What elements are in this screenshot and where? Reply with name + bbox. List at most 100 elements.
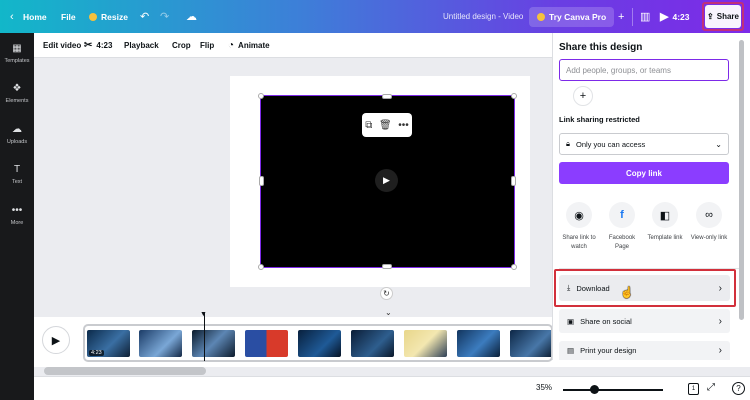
timeline-playhead[interactable] — [204, 313, 205, 361]
resize-handle-bottom[interactable] — [382, 264, 392, 269]
clip-thumbnail[interactable] — [139, 330, 182, 357]
plus-icon: + — [579, 90, 587, 102]
clip-thumbnail[interactable]: 4:23 — [87, 330, 130, 357]
duplicate-icon[interactable]: ⧉ — [365, 120, 372, 131]
redo-button[interactable]: ↷ — [160, 0, 169, 33]
element-floating-toolbar: ⧉ 🗑 ••• — [362, 113, 412, 137]
insights-button[interactable]: ▥ — [640, 0, 650, 33]
eye-icon: ◉ — [566, 202, 592, 228]
topbar-divider — [632, 0, 633, 33]
rail-item-elements[interactable]: ❖ Elements — [0, 83, 34, 104]
back-chevron-icon[interactable]: ‹ — [10, 0, 14, 33]
resize-handle-top-left[interactable] — [258, 93, 264, 99]
clip-thumbnail[interactable] — [510, 330, 551, 357]
clip-duration: 4:23 — [89, 350, 104, 356]
rotate-button[interactable]: ↻ — [380, 287, 393, 300]
resize-handle-left[interactable] — [259, 176, 264, 186]
share-on-social-label: Share on social — [580, 316, 632, 326]
animate-button[interactable]: ◔ Animate — [228, 33, 270, 58]
resize-handle-top[interactable] — [382, 94, 392, 99]
help-icon[interactable]: ? — [732, 382, 745, 395]
crop-button[interactable]: Crop — [172, 33, 191, 58]
clip-thumbnail[interactable] — [404, 330, 447, 357]
flip-button[interactable]: Flip — [200, 33, 214, 58]
more-options-icon[interactable]: ••• — [398, 120, 409, 131]
uploads-icon: ☁ — [12, 124, 22, 135]
video-play-button[interactable]: ▶ — [375, 169, 398, 192]
edit-video-button[interactable]: Edit video — [43, 33, 81, 58]
bottom-bar — [34, 376, 750, 400]
resize-handle-right[interactable] — [511, 176, 516, 186]
rotate-icon: ↻ — [383, 289, 390, 298]
rail-item-more[interactable]: ••• More — [0, 205, 34, 226]
link-icon: ∞ — [696, 202, 722, 228]
print-design-button[interactable]: ▤ Print your design › — [559, 341, 730, 360]
social-icon: ▣ — [567, 316, 575, 326]
timeline-collapse-chevron-icon[interactable]: ⌄ — [385, 308, 392, 317]
redo-icon: ↷ — [160, 11, 170, 23]
share-upload-icon: ⇪ — [707, 12, 714, 21]
link-access-value: Only you can access — [576, 139, 646, 149]
resize-handle-bottom-right[interactable] — [511, 264, 517, 270]
present-button[interactable]: ▶ 4:23 — [660, 0, 689, 33]
resize-handle-top-right[interactable] — [511, 93, 517, 99]
template-link-option[interactable]: ◧ Template link — [643, 202, 687, 243]
document-title[interactable]: Untitled design - Video — [443, 0, 523, 33]
crown-icon — [537, 12, 545, 21]
plus-icon: + — [618, 10, 625, 23]
add-person-button[interactable]: + — [573, 86, 593, 106]
playhead-marker-icon[interactable]: ▼ — [200, 311, 207, 318]
rail-item-uploads[interactable]: ☁ Uploads — [0, 124, 34, 145]
download-highlight-box — [554, 269, 736, 307]
clip-thumbnail[interactable] — [192, 330, 235, 357]
top-bar: ‹ Home File Resize ↶ ↷ ☁ Untitled design… — [0, 0, 750, 33]
zoom-slider-thumb[interactable] — [590, 385, 599, 394]
hand-cursor-icon: ☝ — [620, 287, 634, 299]
link-sharing-label: Link sharing restricted — [559, 115, 640, 124]
link-access-select[interactable]: 🔒︎ Only you can access ⌄ — [559, 133, 729, 155]
chevron-down-icon: ⌄ — [715, 139, 722, 149]
timeline-clips[interactable]: 4:23 — [83, 324, 553, 362]
share-link-to-watch-option[interactable]: ◉ Share link to watch — [557, 202, 601, 252]
elements-icon: ❖ — [12, 83, 22, 94]
clip-thumbnail[interactable] — [245, 330, 288, 357]
timeline-play-button[interactable]: ▶ — [42, 326, 70, 354]
duration-label: 4:23 — [672, 11, 690, 22]
playback-button[interactable]: Playback — [124, 33, 159, 58]
print-label: Print your design — [580, 346, 637, 355]
clip-thumbnail[interactable] — [457, 330, 500, 357]
copy-link-button[interactable]: Copy link — [559, 162, 729, 184]
clip-thumbnail[interactable] — [298, 330, 341, 357]
trash-icon[interactable]: 🗑 — [379, 120, 392, 131]
share-on-social-button[interactable]: ▣ Share on social › — [559, 309, 730, 333]
add-people-input[interactable] — [559, 59, 729, 81]
zoom-slider-track[interactable] — [563, 389, 663, 391]
try-canva-pro-button[interactable]: Try Canva Pro — [529, 0, 615, 33]
animate-icon: ◔ — [228, 40, 235, 51]
horizontal-scrollbar-thumb[interactable] — [44, 367, 206, 375]
facebook-page-option[interactable]: f Facebook Page — [600, 202, 644, 252]
trim-button[interactable]: ✂ 4:23 — [84, 33, 112, 58]
page-count-button[interactable]: 1 — [688, 383, 699, 395]
share-panel-title: Share this design — [559, 42, 643, 53]
share-button[interactable]: ⇪ Share — [705, 5, 741, 28]
home-button[interactable]: Home — [23, 0, 47, 33]
view-only-link-option[interactable]: ∞ View-only link — [687, 202, 731, 243]
lock-icon: 🔒︎ — [566, 139, 570, 148]
add-button[interactable]: + — [618, 0, 624, 33]
rail-item-text[interactable]: T Text — [0, 164, 34, 185]
rail-item-templates[interactable]: ▦ Templates — [0, 43, 34, 64]
undo-button[interactable]: ↶ — [140, 0, 149, 33]
share-panel-scrollbar-thumb[interactable] — [739, 40, 744, 320]
print-icon: ▤ — [567, 346, 575, 355]
zoom-percentage[interactable]: 35% — [536, 383, 552, 392]
cloud-saved-button[interactable]: ☁ — [186, 0, 197, 33]
chevron-right-icon: › — [718, 345, 722, 356]
templates-icon: ▦ — [12, 43, 22, 54]
file-menu[interactable]: File — [61, 0, 76, 33]
facebook-icon: f — [609, 202, 635, 228]
resize-handle-bottom-left[interactable] — [258, 264, 264, 270]
fullscreen-icon[interactable]: ⤢ — [707, 382, 715, 393]
clip-thumbnail[interactable] — [351, 330, 394, 357]
resize-button[interactable]: Resize — [89, 0, 128, 33]
